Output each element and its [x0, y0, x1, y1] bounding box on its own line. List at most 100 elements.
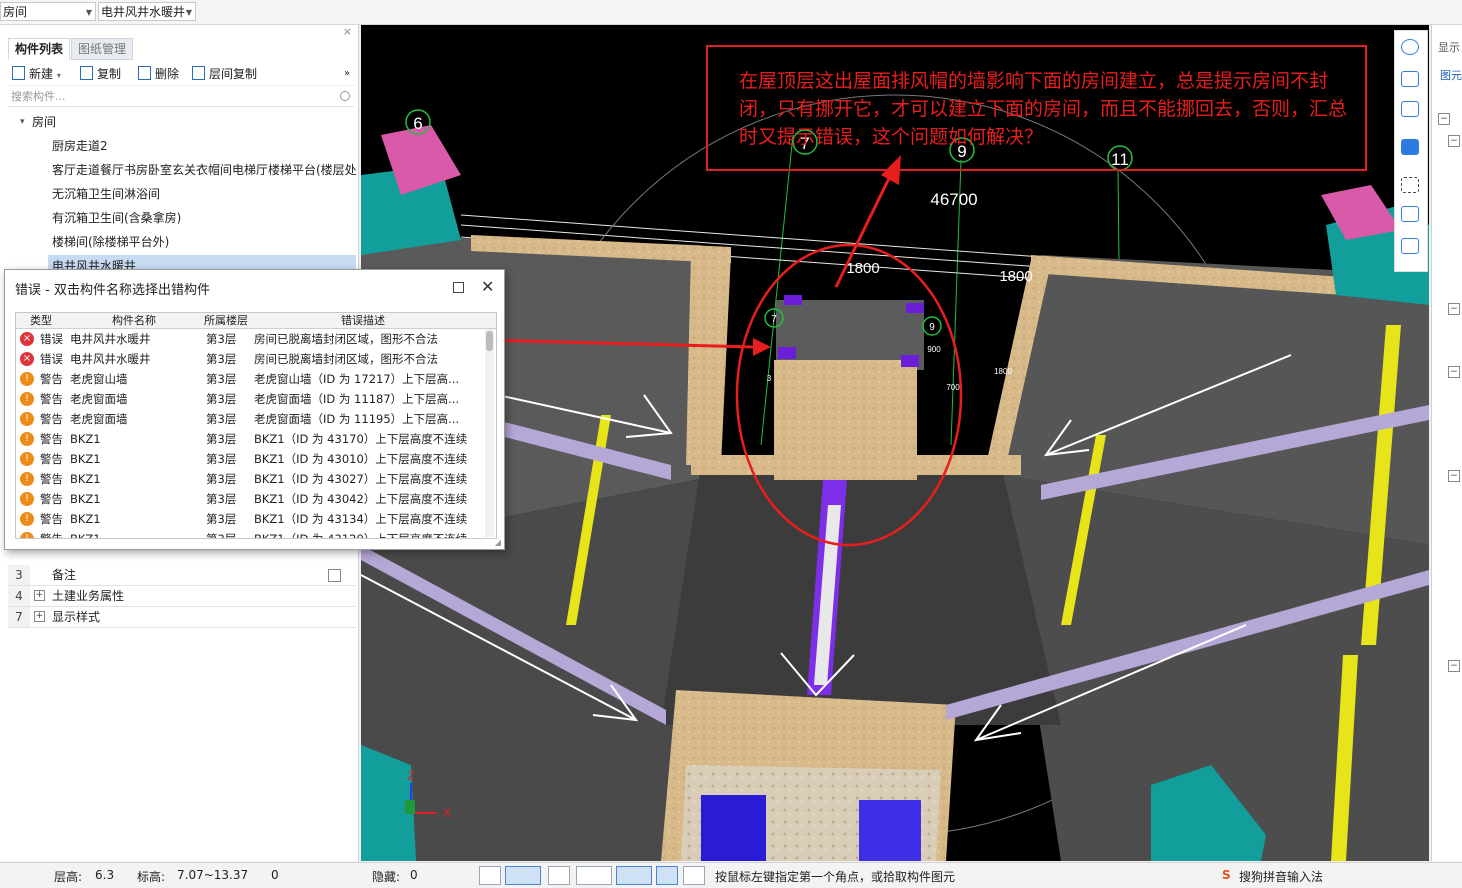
copy-icon — [80, 66, 93, 80]
row-component-name[interactable]: 老虎窗面墙 — [70, 389, 128, 409]
property-row[interactable]: 3 备注 — [8, 565, 356, 586]
row-floor: 第3层 — [206, 472, 237, 486]
row-component-name[interactable]: BKZ1 — [70, 469, 101, 489]
table-row[interactable]: ! 警告 BKZ1 第3层 BKZ1（ID 为 43042）上下层高度不连续 — [16, 489, 482, 509]
tree-item[interactable]: 无沉箱卫生间淋浴间 — [8, 183, 356, 205]
tree-item[interactable]: 有沉箱卫生间(含桑拿房) — [8, 207, 356, 229]
collapse-icon[interactable]: − — [1438, 113, 1450, 125]
collapse-icon[interactable]: − — [1448, 470, 1460, 482]
property-row[interactable]: 7 + 显示样式 — [8, 607, 356, 628]
row-component-name[interactable]: BKZ1 — [70, 429, 101, 449]
table-row[interactable]: ! 警告 老虎窗山墙 第3层 老虎窗山墙（ID 为 17217）上下层高... — [16, 369, 482, 389]
vertical-scrollbar[interactable] — [485, 329, 494, 537]
search-icon[interactable] — [340, 91, 350, 101]
2d-view-icon[interactable] — [1401, 71, 1419, 87]
collapse-icon[interactable]: − — [1448, 303, 1460, 315]
row-component-name[interactable]: 老虎窗面墙 — [70, 409, 128, 429]
expand-icon[interactable]: + — [34, 611, 45, 622]
tab-elements[interactable]: 图元 — [1440, 67, 1462, 83]
cross-toggle-icon[interactable] — [548, 866, 570, 885]
error-table: 类型 构件名称 所属楼层 错误描述 × 错误 电井风井水暖井 第3层 房间已脱离墙封闭区… — [15, 312, 497, 539]
column-header[interactable]: 错误描述 — [341, 313, 385, 328]
row-component-name[interactable]: BKZ1 — [70, 449, 101, 469]
row-floor: 第3层 — [206, 392, 237, 406]
row-component-name[interactable]: 电井风井水暖井 — [70, 349, 151, 369]
copy-button[interactable]: 复制 — [80, 65, 121, 83]
row-floor: 第3层 — [206, 532, 237, 539]
table-row[interactable]: ! 警告 BKZ1 第3层 BKZ1（ID 为 43170）上下层高度不连续 — [16, 429, 482, 449]
tree-root[interactable]: ▾ 房间 — [8, 111, 356, 133]
ime-label[interactable]: 搜狗拼音输入法 — [1239, 868, 1323, 885]
table-row[interactable]: ! 警告 老虎窗面墙 第3层 老虎窗面墙（ID 为 11195）上下层高... — [16, 409, 482, 429]
property-row[interactable]: 4 + 土建业务属性 — [8, 586, 356, 607]
arc-toggle-icon[interactable] — [683, 866, 705, 885]
table-row[interactable]: ! 警告 BKZ1 第3层 BKZ1（ID 为 43010）上下层高度不连续 — [16, 449, 482, 469]
row-description: 老虎窗山墙（ID 为 17217）上下层高... — [254, 372, 460, 386]
count-value: 0 — [271, 868, 279, 882]
row-component-name[interactable]: BKZ1 — [70, 529, 101, 538]
3d-box-icon[interactable] — [1401, 101, 1419, 117]
warning-icon: ! — [20, 392, 34, 406]
row-floor: 第3层 — [206, 412, 237, 426]
tab-component-list[interactable]: 构件列表 — [8, 38, 71, 60]
dimension-label: 46700 — [930, 190, 977, 209]
table-row[interactable]: ! 警告 BKZ1 第3层 BKZ1（ID 为 43027）上下层高度不连续 — [16, 469, 482, 489]
resize-grip-icon[interactable]: ◢ — [495, 538, 501, 547]
zoom-extent-icon[interactable] — [1401, 177, 1419, 193]
tree-item[interactable]: 厨房走道2 — [8, 135, 356, 157]
table-row[interactable]: ! 警告 BKZ1 第3层 BKZ1（ID 为 43134）上下层高度不连续 — [16, 509, 482, 529]
collapse-icon[interactable]: − — [1448, 366, 1460, 378]
table-row[interactable]: ! 警告 老虎窗面墙 第3层 老虎窗面墙（ID 为 11187）上下层高... — [16, 389, 482, 409]
maximize-icon[interactable] — [453, 282, 464, 293]
offset-toggle-icon[interactable] — [616, 866, 652, 885]
collapse-icon[interactable]: ▾ — [20, 111, 25, 133]
search-input[interactable]: 搜索构件... — [8, 87, 354, 107]
table-row[interactable]: × 错误 电井风井水暖井 第3层 房间已脱离墙封闭区域，图形不合法 — [16, 329, 482, 349]
property-checkbox[interactable] — [328, 569, 341, 582]
new-button[interactable]: 新建 ▾ — [12, 65, 61, 83]
column-header[interactable]: 所属楼层 — [204, 313, 248, 328]
cube-view-icon[interactable] — [1401, 206, 1419, 222]
ime-logo-icon: S — [1222, 868, 1231, 882]
tree-item-label: 楼梯间(除楼梯平台外) — [52, 235, 170, 249]
tree-root-label: 房间 — [32, 115, 57, 129]
row-type: 警告 — [40, 452, 63, 466]
panel-close-icon[interactable]: × — [343, 25, 352, 38]
dimension-label-small: 900 — [927, 345, 941, 354]
component-select[interactable]: 电井风井水暖井 ▼ — [98, 2, 196, 21]
dimension-label-small: 1800 — [994, 367, 1012, 376]
row-type: 警告 — [40, 512, 63, 526]
table-row[interactable]: × 错误 电井风井水暖井 第3层 房间已脱离墙封闭区域，图形不合法 — [16, 349, 482, 369]
collapse-icon[interactable]: − — [1448, 660, 1460, 672]
error-icon: × — [20, 332, 34, 346]
delete-button[interactable]: 删除 — [138, 65, 179, 83]
row-component-name[interactable]: 电井风井水暖井 — [70, 329, 151, 349]
table-row[interactable]: ! 警告 BKZ1 第3层 BKZ1（ID 为 43120）上下层高度不连续 — [16, 529, 482, 539]
column-header[interactable]: 类型 — [30, 313, 52, 328]
3d-solid-icon[interactable] — [1401, 139, 1419, 155]
floor-copy-button[interactable]: 层间复制 — [192, 65, 257, 83]
component-type-select[interactable]: 房间 ▼ — [0, 2, 96, 21]
dimension-label: 1800 — [846, 260, 879, 277]
scrollbar-thumb[interactable] — [486, 331, 493, 351]
layer-list-icon[interactable] — [1401, 238, 1419, 254]
more-tools-button[interactable]: » — [344, 65, 350, 83]
close-icon[interactable]: ✕ — [481, 277, 494, 296]
column-header[interactable]: 构件名称 — [112, 313, 156, 328]
row-component-name[interactable]: BKZ1 — [70, 489, 101, 509]
tree-item[interactable]: 客厅走道餐厅书房卧室玄关衣帽间电梯厅楼梯平台(楼层处 — [8, 159, 356, 181]
orbit-view-icon[interactable] — [1401, 39, 1419, 55]
snap-toggle-icon[interactable] — [505, 866, 541, 885]
dynamic-input-icon[interactable] — [656, 866, 678, 885]
angle-toggle-icon[interactable] — [576, 866, 612, 885]
row-component-name[interactable]: BKZ1 — [70, 509, 101, 529]
row-component-name[interactable]: 老虎窗山墙 — [70, 369, 128, 389]
collapse-icon[interactable]: − — [1448, 135, 1460, 147]
expand-icon[interactable]: + — [34, 590, 45, 601]
tree-item[interactable]: 楼梯间(除楼梯平台外) — [8, 231, 356, 253]
row-type: 警告 — [40, 432, 63, 446]
row-floor: 第3层 — [206, 332, 237, 346]
ortho-toggle-icon[interactable] — [479, 866, 501, 885]
chevron-down-icon: ▼ — [85, 8, 92, 17]
tab-drawing-management[interactable]: 图纸管理 — [71, 38, 134, 60]
